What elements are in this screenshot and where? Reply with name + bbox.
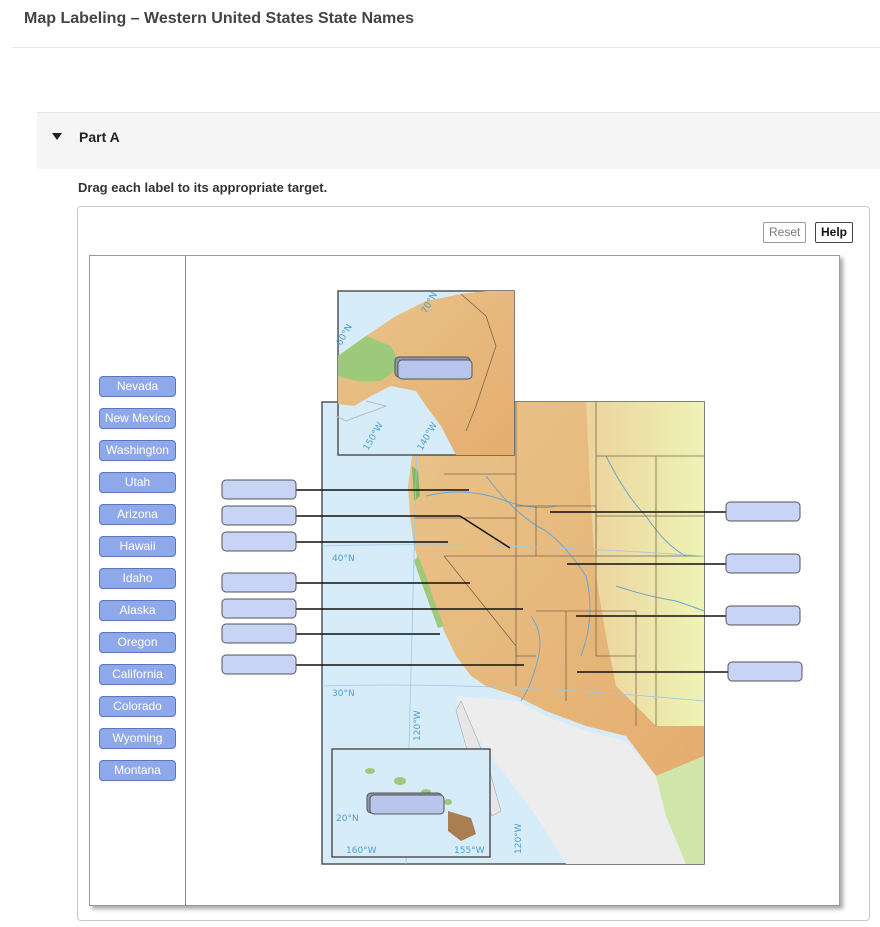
label-chip-oregon[interactable]: Oregon	[99, 632, 176, 653]
page-title: Map Labeling – Western United States Sta…	[24, 10, 415, 27]
part-a-header[interactable]: Part A	[37, 112, 880, 169]
label-chip-california[interactable]: California	[99, 664, 176, 685]
label-chip-arizona[interactable]: Arizona	[99, 504, 176, 525]
label-chip-colorado[interactable]: Colorado	[99, 696, 176, 717]
label-chip-montana[interactable]: Montana	[99, 760, 176, 781]
hi-lon-160-label: 160°W	[346, 846, 377, 856]
drop-target[interactable]	[725, 553, 801, 574]
drop-target[interactable]	[725, 501, 801, 522]
hi-lat-20-label: 20°N	[336, 814, 359, 824]
drop-target-hawaii[interactable]	[369, 794, 445, 815]
drop-target-alaska[interactable]	[397, 359, 473, 380]
label-chip-hawaii[interactable]: Hawaii	[99, 536, 176, 557]
drop-target[interactable]	[221, 572, 297, 593]
drop-target[interactable]	[221, 505, 297, 526]
drop-target[interactable]	[221, 531, 297, 552]
label-chip-nevada[interactable]: Nevada	[99, 376, 176, 397]
label-chip-wyoming[interactable]: Wyoming	[99, 728, 176, 749]
drop-target[interactable]	[221, 598, 297, 619]
title-divider	[12, 47, 880, 48]
help-button[interactable]: Help	[815, 222, 854, 243]
label-chip-idaho[interactable]: Idaho	[99, 568, 176, 589]
labeling-workspace: Nevada New Mexico Washington Utah Arizon…	[89, 255, 840, 906]
lat-30-label: 30°N	[332, 689, 355, 699]
hi-lon-155-label: 155°W	[454, 846, 485, 856]
part-label: Part A	[79, 129, 120, 145]
drop-target[interactable]	[727, 661, 803, 682]
lon-120-label: 120°W	[413, 710, 423, 741]
drop-target[interactable]	[221, 654, 297, 675]
drop-target[interactable]	[221, 623, 297, 644]
western-us-map: 40°N 30°N 120°W 70°N 60°N 150°W 140°W 20…	[221, 290, 803, 865]
lat-40-label: 40°N	[332, 554, 355, 564]
instructions: Drag each label to its appropriate targe…	[78, 180, 328, 195]
drop-target[interactable]	[725, 605, 801, 626]
drop-target[interactable]	[221, 479, 297, 500]
reset-button[interactable]: Reset	[763, 222, 807, 243]
labeling-activity: Reset Help Nevada New Mexico Washington …	[77, 206, 870, 921]
label-chip-new-mexico[interactable]: New Mexico	[99, 408, 176, 429]
label-chip-washington[interactable]: Washington	[99, 440, 176, 461]
label-chip-alaska[interactable]: Alaska	[99, 600, 176, 621]
lon-120b-label: 120°W	[514, 823, 524, 854]
label-bank: Nevada New Mexico Washington Utah Arizon…	[90, 256, 186, 905]
caret-down-icon[interactable]	[52, 133, 62, 140]
label-chip-utah[interactable]: Utah	[99, 472, 176, 493]
